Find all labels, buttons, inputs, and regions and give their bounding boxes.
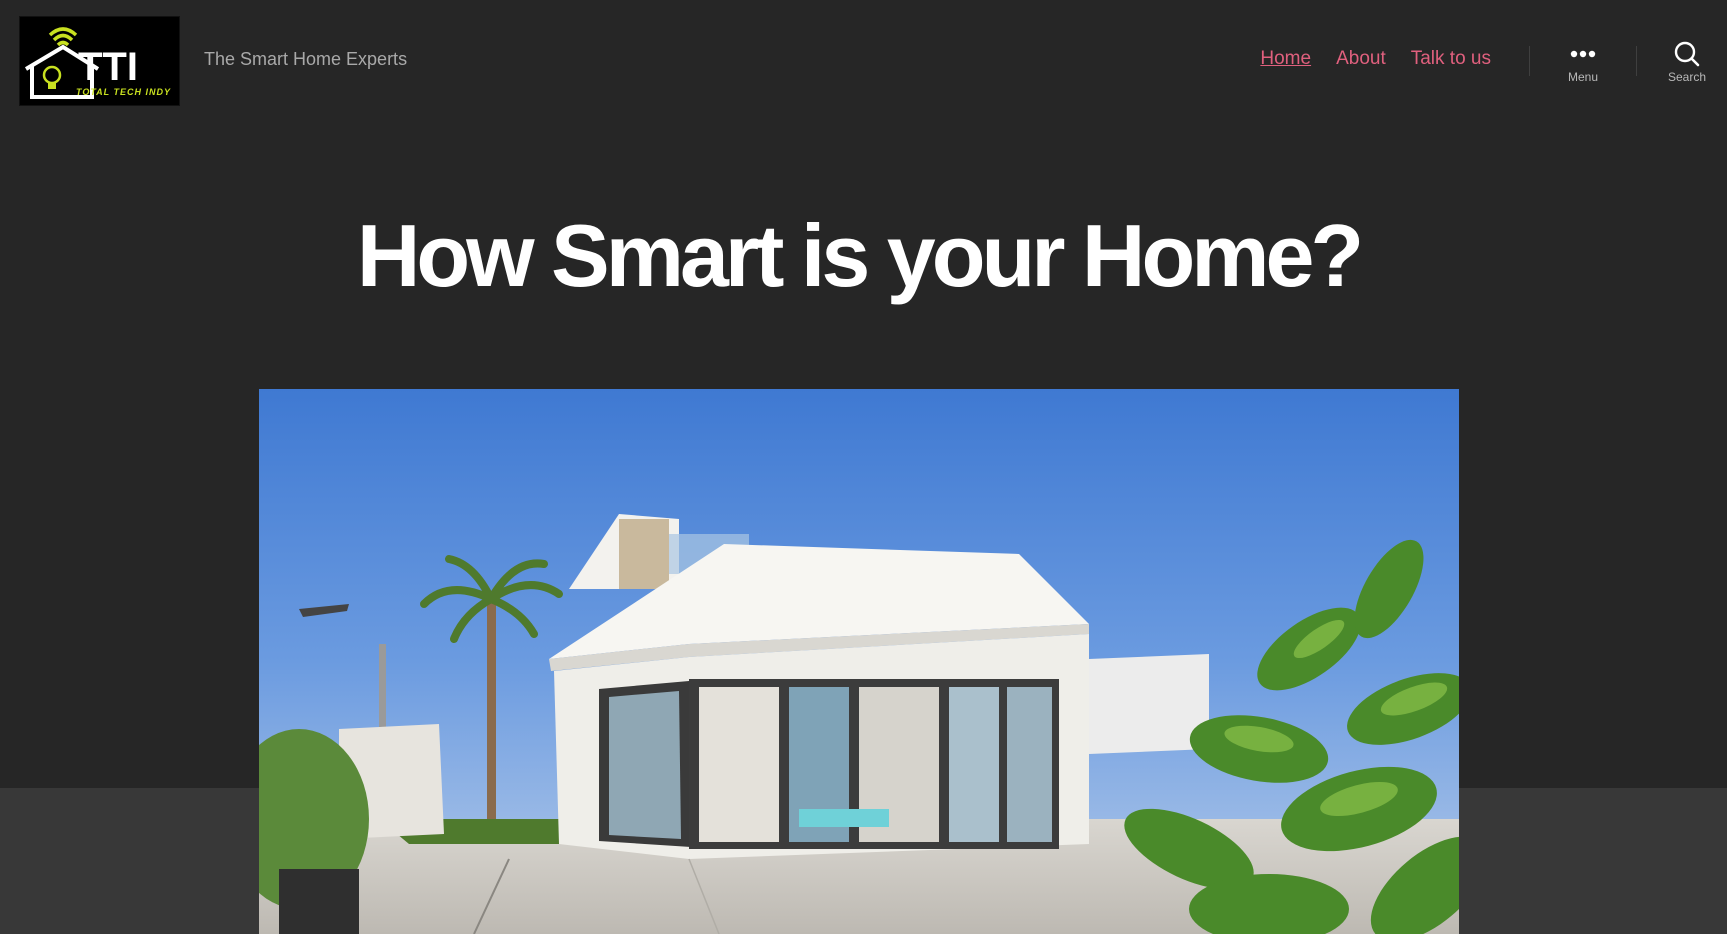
primary-menu: Home About Talk to us bbox=[1260, 48, 1491, 70]
nav-item-about[interactable]: About bbox=[1336, 48, 1386, 70]
site-logo[interactable]: TTI TOTAL TECH INDY bbox=[19, 16, 180, 106]
site-tagline: The Smart Home Experts bbox=[204, 49, 408, 69]
house-wifi-bulb-icon: TTI TOTAL TECH INDY bbox=[24, 27, 171, 99]
menu-toggle-label: Menu bbox=[1567, 70, 1599, 84]
search-toggle[interactable]: Search bbox=[1647, 41, 1727, 84]
header-divider bbox=[1636, 46, 1637, 76]
header-divider bbox=[1529, 46, 1530, 76]
logo-subtext: TOTAL TECH INDY bbox=[76, 87, 171, 97]
site-header: TTI TOTAL TECH INDY The Smart Home Exper… bbox=[0, 0, 1727, 122]
menu-toggle[interactable]: Menu bbox=[1543, 44, 1623, 84]
search-toggle-label: Search bbox=[1667, 70, 1707, 84]
modern-house-photo bbox=[259, 389, 1459, 934]
search-icon bbox=[1674, 41, 1700, 67]
logo-text: TTI bbox=[78, 45, 138, 89]
nav-item-home[interactable]: Home bbox=[1260, 48, 1311, 70]
nav-item-talk-to-us[interactable]: Talk to us bbox=[1411, 48, 1491, 70]
featured-image bbox=[259, 389, 1459, 934]
ellipsis-icon bbox=[1570, 50, 1596, 58]
post-title: How Smart is your Home? bbox=[356, 206, 1364, 305]
